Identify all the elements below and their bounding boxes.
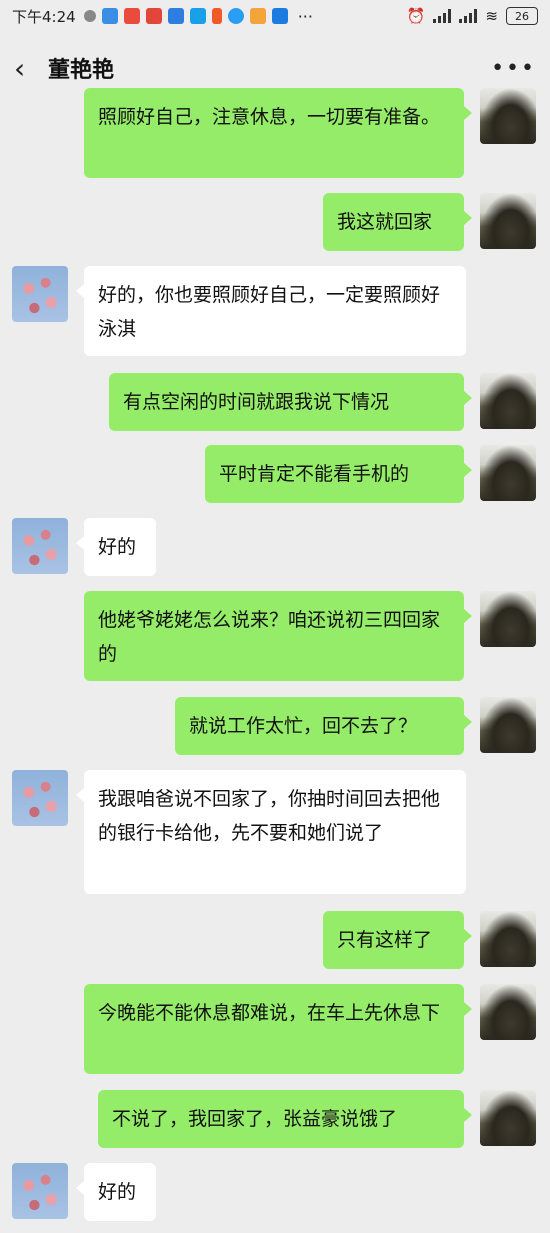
- message-bubble[interactable]: 好的，你也要照顾好自己，一定要照顾好泳淇: [76, 266, 466, 356]
- message-bubble[interactable]: 不说了，我回家了，张益豪说饿了: [98, 1090, 472, 1148]
- avatar[interactable]: [480, 193, 536, 249]
- app-notification-icon: [145, 8, 162, 24]
- message-bubble[interactable]: 他姥爷姥姥怎么说来？咱还说初三四回家的: [84, 591, 472, 681]
- app-notification-icon: [167, 8, 184, 24]
- chat-notification-icon: [83, 10, 96, 22]
- more-dots-icon[interactable]: •••: [491, 56, 536, 81]
- app-notification-icon: [123, 8, 140, 24]
- status-time: 下午4:24: [12, 7, 76, 26]
- message-bubble[interactable]: 就说工作太忙，回不去了？: [175, 697, 472, 755]
- app-notification-icon: [101, 8, 118, 24]
- message-bubble[interactable]: 只有这样了: [323, 911, 472, 969]
- alarm-icon: ⏰: [406, 7, 426, 25]
- wifi-icon: ≋: [485, 7, 498, 25]
- app-notification-icon: [227, 8, 244, 24]
- avatar[interactable]: [480, 591, 536, 647]
- avatar[interactable]: [12, 770, 68, 826]
- avatar[interactable]: [480, 445, 536, 501]
- message-bubble[interactable]: 好的: [76, 1163, 156, 1221]
- app-notification-icon: [189, 8, 206, 24]
- avatar[interactable]: [480, 697, 536, 753]
- avatar[interactable]: [480, 373, 536, 429]
- video-notification-icon: [211, 8, 222, 24]
- signal-icon: [433, 9, 452, 23]
- avatar[interactable]: [480, 1090, 536, 1146]
- status-right: ⏰ ≋ 26: [407, 7, 538, 25]
- avatar[interactable]: [480, 911, 536, 967]
- signal-icon: [459, 9, 478, 23]
- message-bubble[interactable]: 有点空闲的时间就跟我说下情况: [109, 373, 472, 431]
- avatar[interactable]: [480, 88, 536, 144]
- chevron-left-icon[interactable]: ‹: [14, 52, 48, 85]
- message-bubble[interactable]: 我这就回家: [323, 193, 472, 251]
- message-bubble[interactable]: 我跟咱爸说不回家了，你抽时间回去把他的银行卡给他，先不要和她们说了: [76, 770, 466, 894]
- avatar[interactable]: [12, 518, 68, 574]
- battery-icon: 26: [506, 7, 538, 25]
- contact-name: 董艳艳: [48, 58, 115, 83]
- app-notification-icon: [249, 8, 266, 24]
- message-bubble[interactable]: 好的: [76, 518, 156, 576]
- avatar[interactable]: [480, 984, 536, 1040]
- message-bubble[interactable]: 照顾好自己，注意休息，一切要有准备。: [84, 88, 472, 178]
- avatar[interactable]: [12, 266, 68, 322]
- message-bubble[interactable]: 平时肯定不能看手机的: [205, 445, 472, 503]
- app-notification-icon: [271, 8, 288, 24]
- status-bar: 下午4:24 ··· ⏰ ≋ 26: [0, 0, 550, 32]
- message-bubble[interactable]: 今晚能不能休息都难说，在车上先休息下: [84, 984, 472, 1074]
- more-notifications-icon: ···: [297, 6, 313, 26]
- avatar[interactable]: [12, 1163, 68, 1219]
